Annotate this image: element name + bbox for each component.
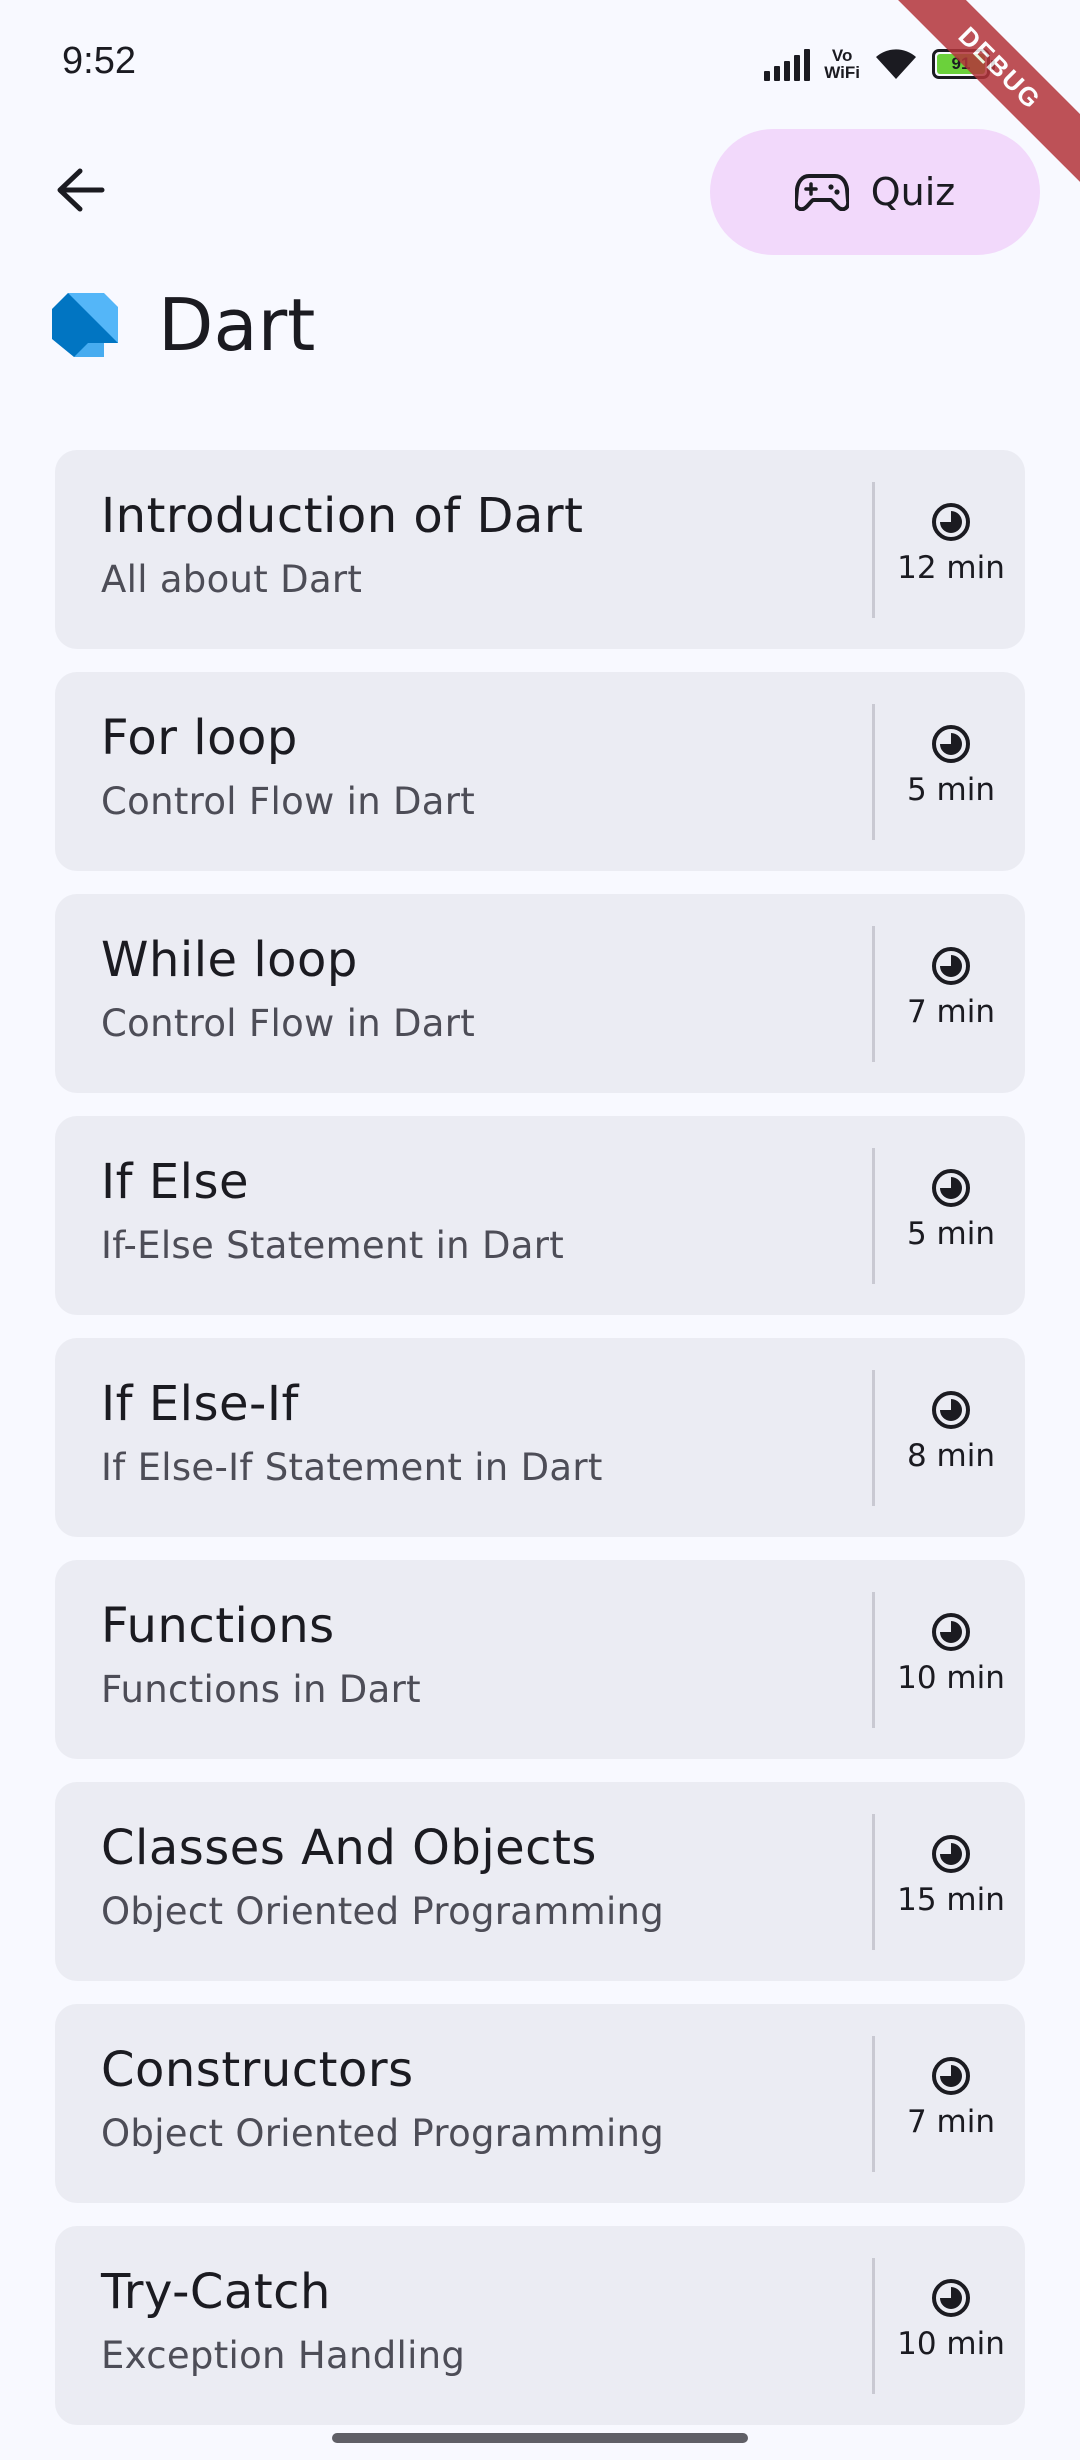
lesson-card-if-else-if[interactable]: If Else-If If Else-If Statement in Dart … [55,1338,1025,1537]
divider [872,2258,875,2394]
duration-text: 7 min [906,994,996,1030]
status-time: 9:52 [62,40,136,82]
duration-text: 7 min [906,2104,996,2140]
divider [872,482,875,618]
timer-icon [932,1835,970,1873]
lesson-duration: 10 min [877,1612,1025,1696]
lesson-subtitle: Object Oriented Programming [101,2112,665,2155]
timer-icon [932,1613,970,1651]
timer-icon [932,725,970,763]
timer-icon [932,2057,970,2095]
timer-icon [932,1169,970,1207]
divider [872,1814,875,1950]
lesson-title: Constructors [101,2042,414,2098]
gamepad-icon [794,174,849,211]
quiz-button[interactable]: Quiz [710,129,1040,255]
lesson-subtitle: Control Flow in Dart [101,780,476,823]
lesson-title: If Else [101,1154,250,1210]
divider [872,2036,875,2172]
wifi-icon [876,49,916,79]
lesson-duration: 8 min [877,1390,1025,1474]
lesson-subtitle: Control Flow in Dart [101,1002,476,1045]
lesson-title: Try-Catch [101,2264,331,2320]
lesson-subtitle: Exception Handling [101,2334,466,2377]
duration-text: 8 min [906,1438,996,1474]
lesson-card-for-loop[interactable]: For loop Control Flow in Dart 5 min [55,672,1025,871]
signal-icon [764,47,811,81]
quiz-label: Quiz [870,170,956,214]
lesson-title: For loop [101,710,298,766]
arrow-left-icon [57,168,105,212]
vowifi-top-label: Vo [831,46,853,65]
lesson-list: Introduction of Dart All about Dart 12 m… [55,450,1025,2425]
lesson-subtitle: All about Dart [101,558,363,601]
lesson-duration: 7 min [877,946,1025,1030]
lesson-subtitle: If Else-If Statement in Dart [101,1446,603,1489]
lesson-subtitle: Object Oriented Programming [101,1890,665,1933]
duration-text: 12 min [897,550,1005,586]
lesson-card-try-catch[interactable]: Try-Catch Exception Handling 10 min [55,2226,1025,2425]
lesson-duration: 15 min [877,1834,1025,1918]
duration-text: 10 min [897,2326,1005,2362]
lesson-title: While loop [101,932,358,988]
divider [872,1370,875,1506]
lesson-duration: 5 min [877,1168,1025,1252]
lesson-subtitle: If-Else Statement in Dart [101,1224,565,1267]
divider [872,926,875,1062]
vowifi-icon: Vo WiFi [824,47,860,81]
lesson-duration: 7 min [877,2056,1025,2140]
dart-logo-icon [52,293,118,357]
lesson-title: Introduction of Dart [101,488,584,544]
lesson-card-constructors[interactable]: Constructors Object Oriented Programming… [55,2004,1025,2203]
divider [872,704,875,840]
lesson-card-introduction-of-dart[interactable]: Introduction of Dart All about Dart 12 m… [55,450,1025,649]
lesson-title: Classes And Objects [101,1820,597,1876]
lesson-duration: 5 min [877,724,1025,808]
divider [872,1148,875,1284]
lesson-duration: 12 min [877,502,1025,586]
timer-icon [932,947,970,985]
duration-text: 10 min [897,1660,1005,1696]
lesson-title: Functions [101,1598,335,1654]
timer-icon [932,1391,970,1429]
lesson-card-while-loop[interactable]: While loop Control Flow in Dart 7 min [55,894,1025,1093]
lesson-duration: 10 min [877,2278,1025,2362]
back-button[interactable] [40,150,120,230]
lesson-subtitle: Functions in Dart [101,1668,421,1711]
lesson-card-if-else[interactable]: If Else If-Else Statement in Dart 5 min [55,1116,1025,1315]
timer-icon [932,2279,970,2317]
status-bar: 9:52 Vo WiFi 91 DEBUG [0,0,1080,192]
home-indicator[interactable] [332,2433,748,2443]
lesson-card-classes-and-objects[interactable]: Classes And Objects Object Oriented Prog… [55,1782,1025,1981]
lesson-card-functions[interactable]: Functions Functions in Dart 10 min [55,1560,1025,1759]
divider [872,1592,875,1728]
page-header: Dart [48,280,315,370]
lesson-title: If Else-If [101,1376,299,1432]
duration-text: 15 min [897,1882,1005,1918]
page-title: Dart [158,283,316,367]
duration-text: 5 min [906,1216,996,1252]
vowifi-bottom-label: WiFi [824,63,860,82]
duration-text: 5 min [906,772,996,808]
timer-icon [932,503,970,541]
